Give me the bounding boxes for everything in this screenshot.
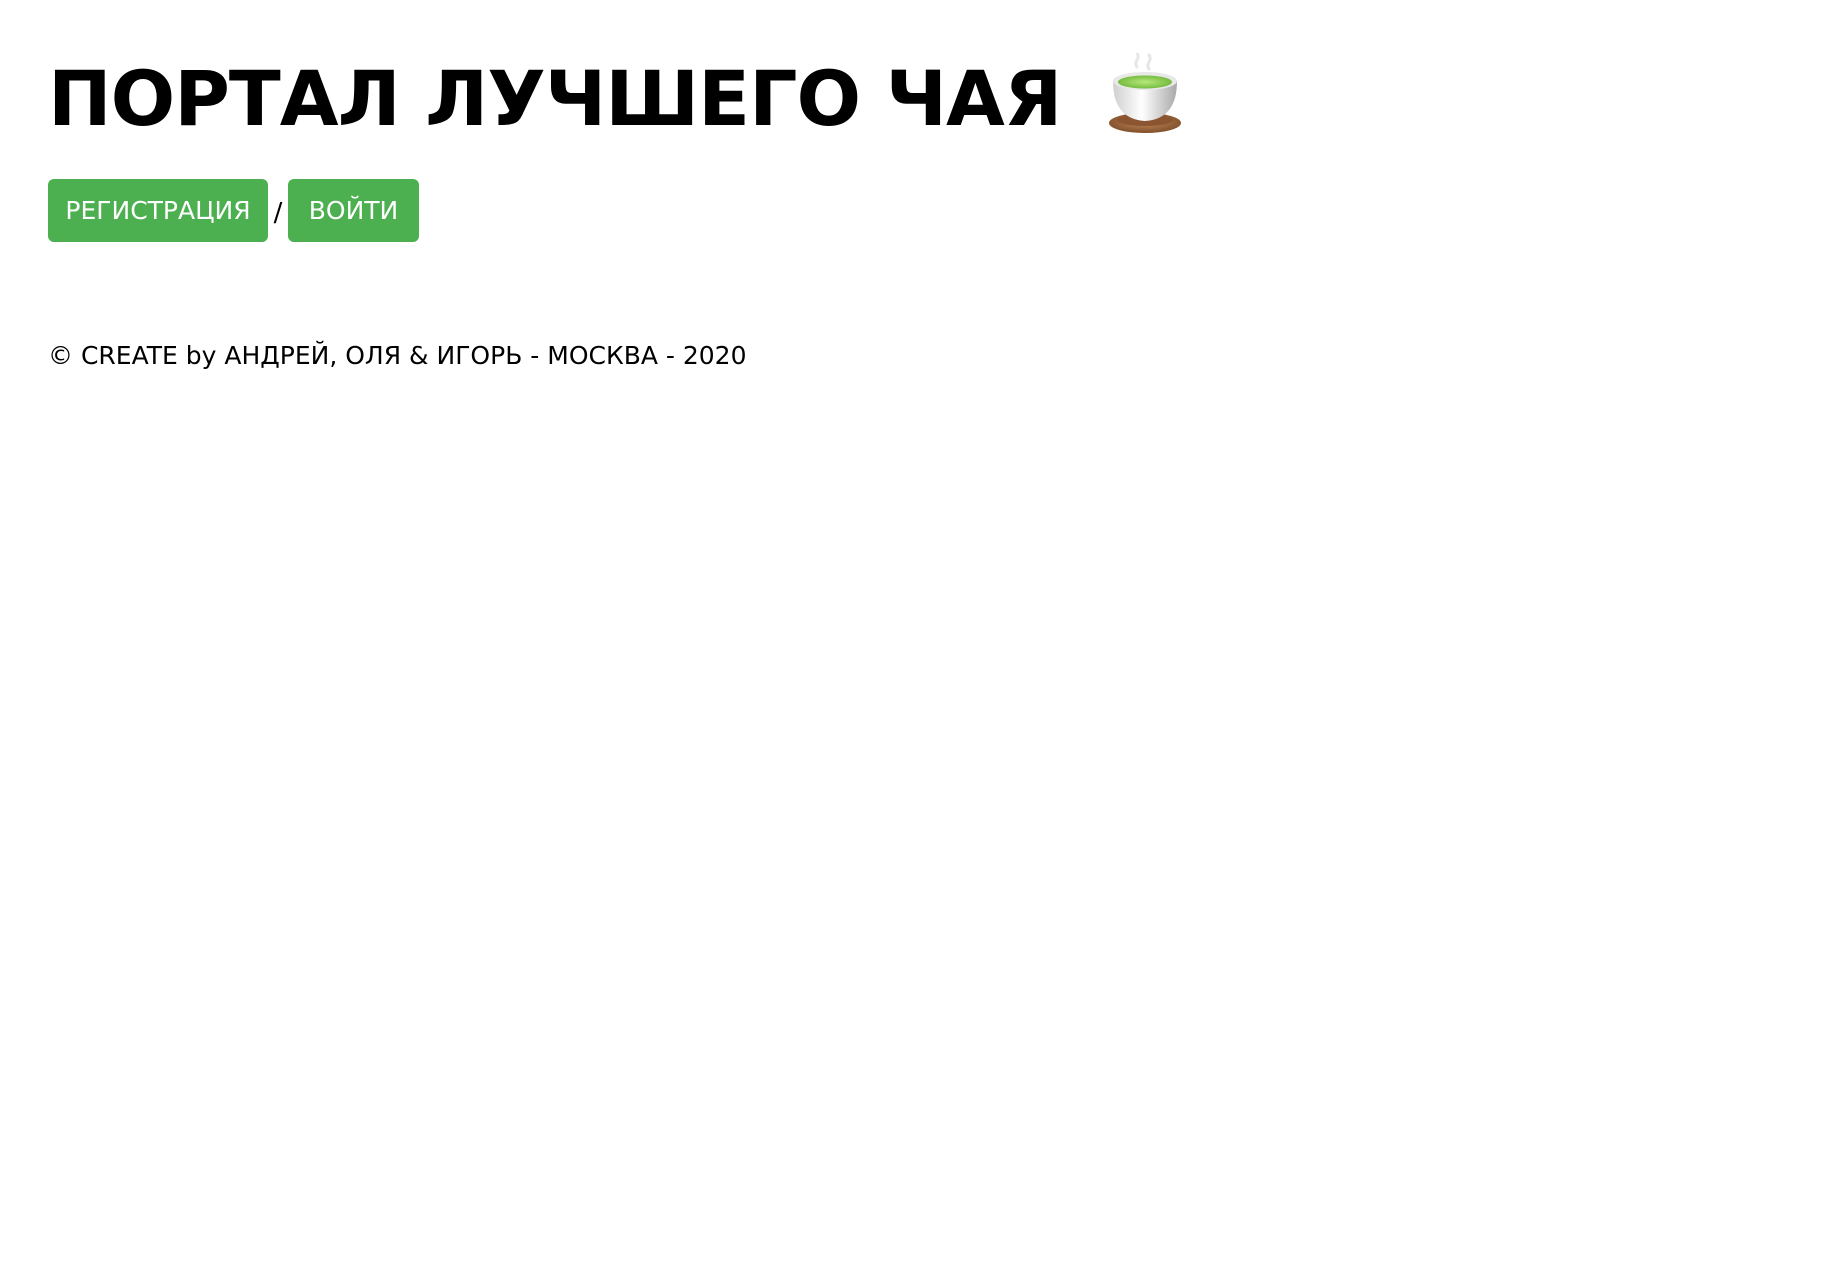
footer-copyright: © CREATE by АНДРЕЙ, ОЛЯ & ИГОРЬ - МОСКВА… — [48, 341, 747, 370]
auth-links: РЕГИСТРАЦИЯ / ВОЙТИ — [48, 179, 419, 242]
login-button[interactable]: ВОЙТИ — [288, 179, 419, 242]
register-button[interactable]: РЕГИСТРАЦИЯ — [48, 179, 268, 242]
page-title-text: ПОРТАЛ ЛУЧШЕГО ЧАЯ — [48, 54, 1062, 143]
page-title: ПОРТАЛ ЛУЧШЕГО ЧАЯ — [48, 44, 1183, 149]
teacup-icon — [1107, 51, 1183, 135]
auth-separator: / — [273, 197, 283, 228]
